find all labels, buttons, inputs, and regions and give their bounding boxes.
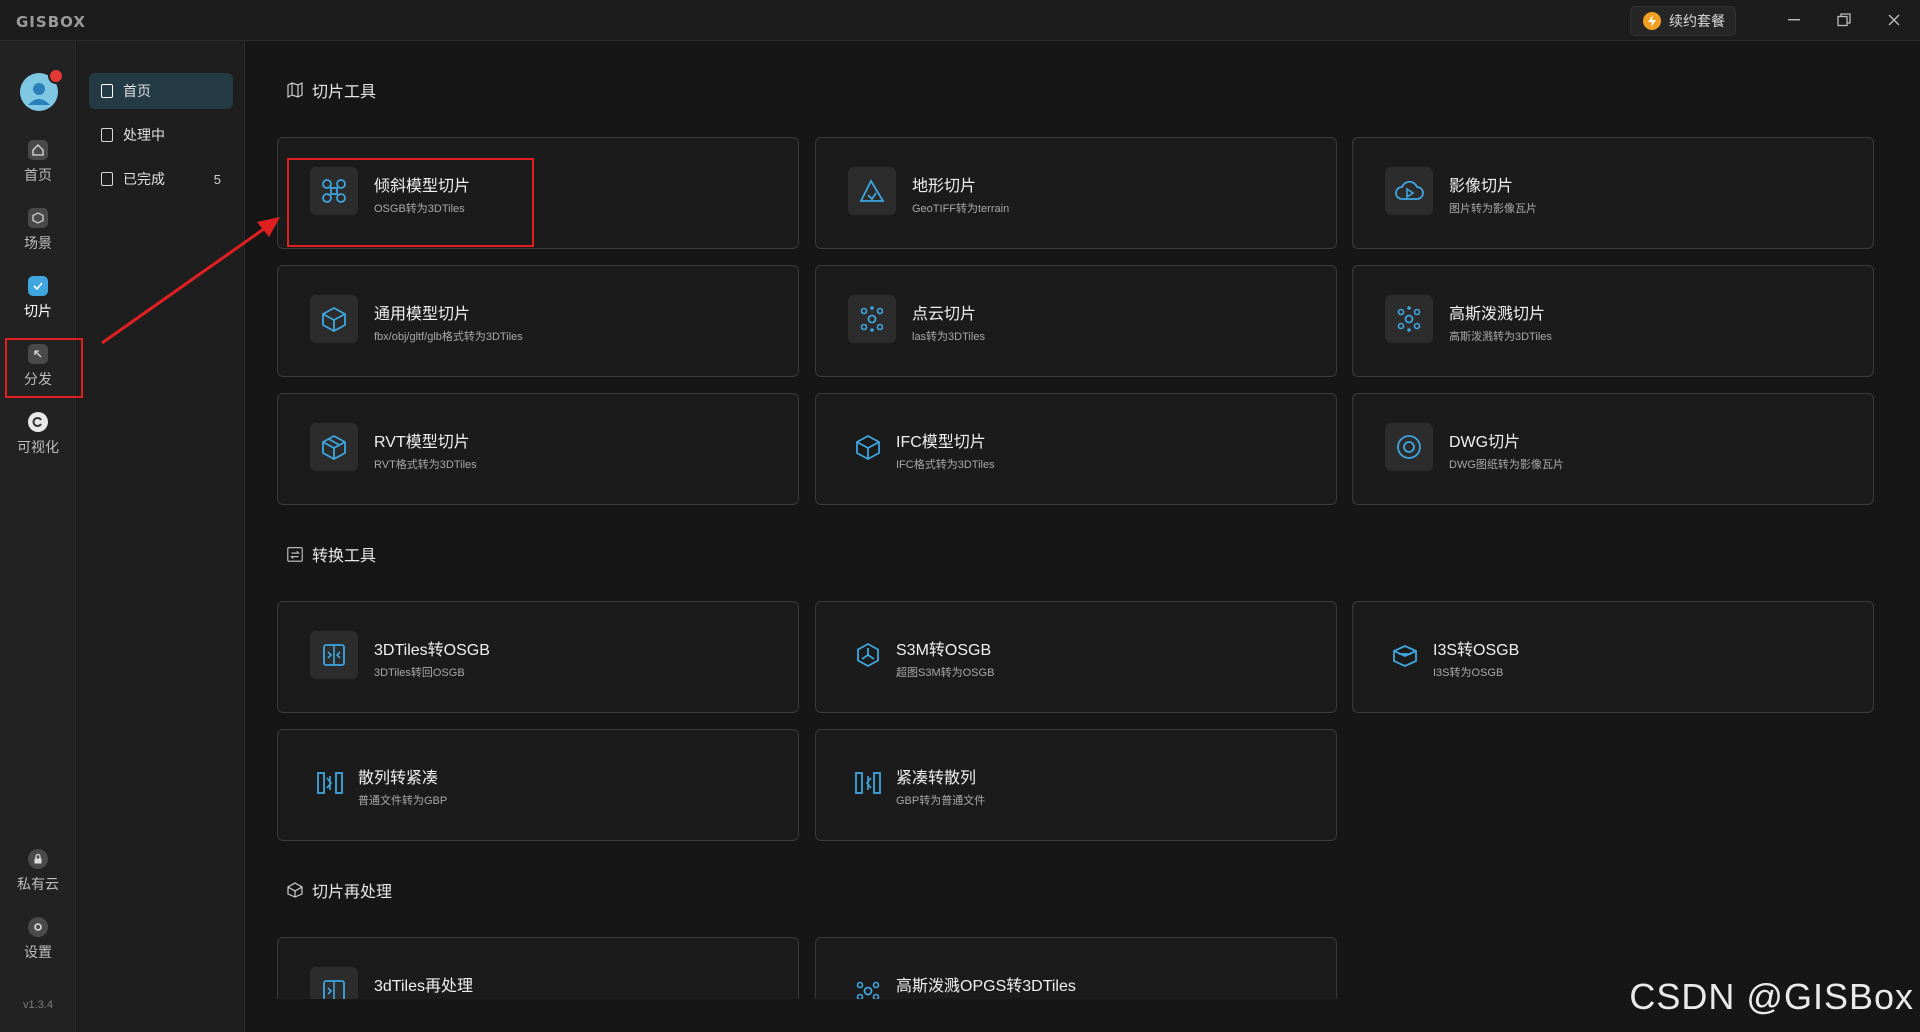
watermark: CSDN @GISBox [1629, 976, 1914, 1017]
annotation-arrow [101, 217, 280, 345]
